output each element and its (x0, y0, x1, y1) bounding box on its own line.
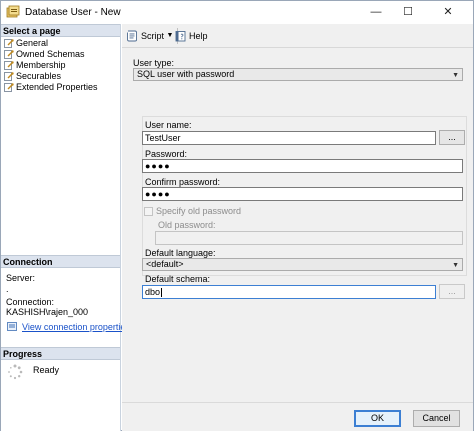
confirm-password-input[interactable]: ●●●● (142, 187, 463, 201)
user-name-label: User name: (145, 120, 192, 130)
script-label: Script (141, 31, 165, 41)
default-language-select[interactable]: <default> ▼ (142, 258, 463, 271)
default-language-value: <default> (146, 259, 184, 269)
script-dropdown-icon[interactable]: ▼ (165, 28, 175, 44)
chevron-down-icon: ▼ (452, 262, 459, 269)
connection-label: Connection: (6, 297, 55, 307)
cancel-button[interactable]: Cancel (413, 410, 460, 427)
user-name-input[interactable]: TestUser (142, 131, 436, 145)
maximize-button[interactable]: ☐ (393, 1, 423, 23)
connection-properties-icon (7, 322, 17, 331)
left-pane: Select a page General Owned Schemas Memb… (1, 24, 130, 431)
select-page-header: Select a page (1, 24, 120, 37)
page-list: General Owned Schemas Membership Securab… (3, 38, 119, 93)
user-type-value: SQL user with password (137, 69, 235, 79)
right-pane: Script ▼ Help User type: SQL user with p… (122, 24, 473, 402)
page-wrench-icon (4, 83, 14, 92)
default-schema-input[interactable]: dbo (142, 285, 436, 299)
password-label: Password: (145, 149, 188, 159)
ellipsis-label: ... (448, 286, 456, 296)
default-schema-browse-button[interactable]: ... (439, 284, 465, 299)
toolbar: Script ▼ Help (122, 24, 473, 48)
server-label: Server: (6, 273, 36, 283)
page-item-label: Membership (16, 60, 66, 70)
server-value: . (6, 284, 9, 294)
general-page-content: User type: SQL user with password ▼ User… (122, 49, 473, 402)
progress-status: Ready (33, 365, 60, 375)
page-wrench-icon (4, 39, 14, 48)
old-password-input[interactable] (155, 231, 463, 245)
page-item-extended-properties[interactable]: Extended Properties (3, 82, 119, 93)
help-button[interactable]: Help (175, 28, 208, 44)
page-item-label: General (16, 38, 49, 48)
password-input[interactable]: ●●●● (142, 159, 463, 173)
confirm-password-label: Confirm password: (145, 177, 221, 187)
page-wrench-icon (4, 50, 14, 59)
user-type-select[interactable]: SQL user with password ▼ (133, 68, 463, 81)
progress-spinner-icon (8, 364, 23, 380)
help-label: Help (189, 31, 208, 41)
default-schema-label: Default schema: (145, 274, 211, 284)
view-connection-properties-link[interactable]: View connection properties (22, 322, 130, 332)
minimize-button[interactable]: — (361, 1, 391, 23)
specify-old-password-checkbox[interactable] (144, 207, 153, 216)
old-password-label: Old password: (158, 220, 216, 230)
connection-header: Connection (1, 255, 120, 268)
title-bar[interactable]: Database User - New — ☐ ✕ (1, 1, 473, 23)
page-item-label: Securables (16, 71, 62, 81)
page-wrench-icon (4, 61, 14, 70)
chevron-down-icon: ▼ (452, 72, 459, 79)
user-name-browse-button[interactable]: ... (439, 130, 465, 145)
dialog-button-bar: OK Cancel (122, 402, 473, 431)
script-icon (127, 30, 137, 42)
user-type-label: User type: (133, 58, 175, 68)
page-item-owned-schemas[interactable]: Owned Schemas (3, 49, 119, 60)
app-icon (6, 5, 20, 18)
ellipsis-label: ... (448, 132, 456, 142)
close-button[interactable]: ✕ (425, 1, 471, 23)
ok-button[interactable]: OK (354, 410, 401, 427)
page-item-label: Owned Schemas (16, 49, 85, 59)
connection-value: KASHISH\rajen_000 (6, 307, 89, 317)
user-name-value: TestUser (145, 133, 181, 143)
page-item-general[interactable]: General (3, 38, 119, 49)
page-item-securables[interactable]: Securables (3, 71, 119, 82)
window-title: Database User - New (25, 7, 121, 18)
script-button[interactable]: Script (126, 28, 164, 44)
page-wrench-icon (4, 72, 14, 81)
password-value: ●●●● (145, 161, 171, 171)
text-caret (161, 288, 163, 298)
help-book-icon (175, 31, 186, 42)
default-schema-value: dbo (145, 287, 161, 297)
default-language-label: Default language: (145, 248, 216, 258)
confirm-password-value: ●●●● (145, 189, 171, 199)
progress-header: Progress (1, 347, 120, 360)
dialog-window: Database User - New — ☐ ✕ Select a page … (0, 0, 474, 431)
page-item-membership[interactable]: Membership (3, 60, 119, 71)
page-item-label: Extended Properties (16, 82, 98, 92)
specify-old-password-label: Specify old password (156, 206, 242, 216)
